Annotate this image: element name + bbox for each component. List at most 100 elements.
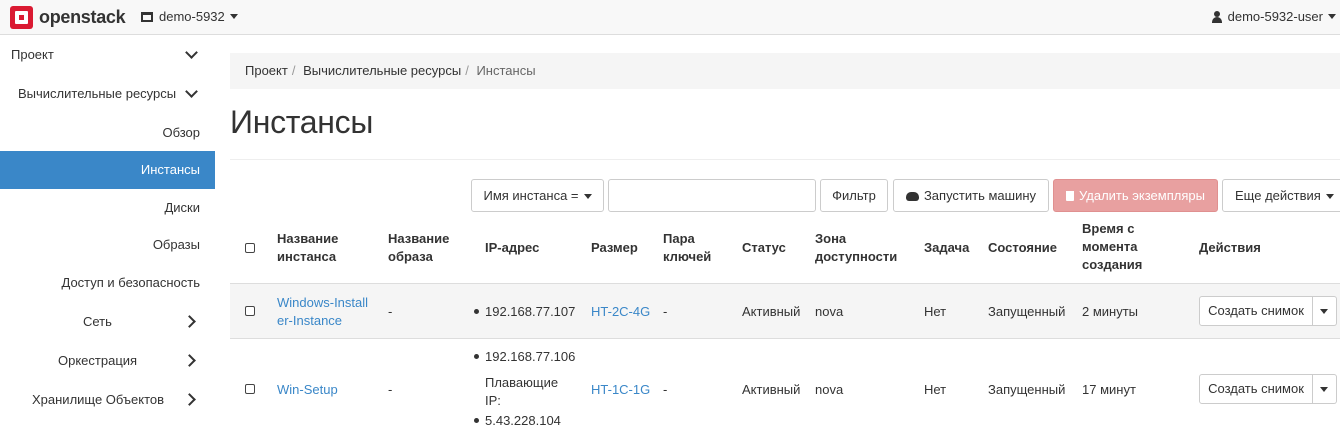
page-title: Инстансы: [230, 104, 374, 140]
flavor-link[interactable]: HT-2C-4G: [591, 303, 650, 321]
openstack-logo[interactable]: openstack: [10, 5, 126, 29]
sidebar-item-label: Образы: [152, 237, 200, 252]
column-header-zone[interactable]: Зона доступности: [815, 230, 897, 266]
power-state: Запущенный: [988, 304, 1066, 319]
flavor-link[interactable]: HT-1C-1G: [591, 381, 650, 399]
cloud-upload-icon: [905, 192, 919, 201]
breadcrumb-item-project[interactable]: Проект: [245, 63, 288, 78]
user-icon: [1211, 10, 1222, 23]
power-state: Запущенный: [988, 382, 1066, 397]
sidebar-item-volumes[interactable]: Диски: [0, 189, 215, 227]
more-actions-label: Еще действия: [1235, 188, 1321, 203]
title-divider: [230, 159, 1340, 160]
filter-input[interactable]: [608, 179, 816, 212]
header-line: Название: [388, 231, 450, 246]
bullet: [474, 354, 479, 359]
caret-down-icon: [229, 14, 238, 19]
filter-button[interactable]: Фильтр: [820, 179, 888, 212]
image-name: -: [388, 304, 393, 319]
sidebar-item-orchestration[interactable]: Оркестрация: [0, 342, 215, 380]
column-header-task[interactable]: Задача: [924, 239, 969, 257]
chevron-down-icon: [185, 46, 198, 59]
sidebar-item-label: Инстансы: [140, 162, 200, 177]
column-header-ip[interactable]: IP-адрес: [485, 239, 539, 257]
create-snapshot-button[interactable]: Создать снимок: [1199, 374, 1313, 404]
column-header-name[interactable]: Название инстанса: [277, 230, 338, 266]
ip-address: 192.168.77.106: [485, 349, 576, 364]
sidebar-item-instances[interactable]: Инстансы: [0, 151, 215, 189]
column-header-state[interactable]: Состояние: [988, 239, 1057, 257]
launch-instance-button[interactable]: Запустить машину: [893, 179, 1049, 212]
user-menu[interactable]: demo-5932-user: [1211, 9, 1336, 24]
caret-down-icon: [1320, 387, 1328, 392]
column-header-keypair[interactable]: Пара ключей: [663, 230, 711, 266]
row-checkbox[interactable]: [245, 384, 255, 394]
column-header-status[interactable]: Статус: [742, 239, 786, 257]
task: Нет: [924, 304, 947, 319]
task: Нет: [924, 382, 947, 397]
status: Активный: [742, 304, 801, 319]
sidebar-item-label: Проект: [11, 47, 54, 62]
row-checkbox[interactable]: [245, 306, 255, 316]
row-actions-dropdown[interactable]: [1313, 296, 1337, 326]
header-line: доступности: [815, 249, 898, 264]
filter-field-select[interactable]: Имя инстанса =: [471, 179, 604, 212]
instance-name-link[interactable]: Windows-Install er-Instance: [277, 294, 368, 330]
instance-name-link[interactable]: Win-Setup: [277, 381, 338, 399]
sidebar-item-images[interactable]: Образы: [0, 226, 215, 264]
floating-ip-label-line: Плавающие: [485, 375, 559, 390]
header-line: инстанса: [277, 249, 337, 264]
instance-name-line: er-Instance: [277, 313, 343, 328]
sidebar-item-label: Вычислительные ресурсы: [18, 86, 177, 101]
caret-down-icon: [583, 194, 592, 200]
user-name: demo-5932-user: [1227, 9, 1323, 24]
breadcrumb-separator: /: [465, 63, 469, 78]
header-line: образа: [388, 249, 433, 264]
ip-address: 192.168.77.107: [485, 304, 576, 319]
row-divider: [230, 338, 1340, 339]
delete-instances-button[interactable]: Удалить экземпляры: [1053, 179, 1218, 212]
availability-zone: nova: [815, 382, 844, 397]
project-selector[interactable]: demo-5932: [141, 9, 238, 24]
openstack-logo-icon: [10, 5, 33, 29]
sidebar-item-compute[interactable]: Вычислительные ресурсы: [0, 75, 215, 113]
chevron-down-icon: [185, 85, 198, 98]
chevron-right-icon: [183, 315, 196, 328]
floating-ip-address: 5.43.228.104: [485, 413, 561, 428]
sidebar-item-overview[interactable]: Обзор: [0, 114, 215, 152]
sidebar-item-object-store[interactable]: Хранилище Объектов: [0, 381, 215, 419]
sidebar-item-label: Обзор: [162, 125, 200, 140]
row-actions-dropdown[interactable]: [1313, 374, 1337, 404]
top-navbar: openstack demo-5932 demo-5932-user: [0, 0, 1340, 35]
breadcrumb: Проект / Вычислительные ресурсы / Инстансы: [230, 53, 1340, 89]
header-line: Время с: [1082, 221, 1135, 236]
sidebar-item-access-security[interactable]: Доступ и безопасность: [0, 264, 215, 302]
filter-field-label: Имя инстанса =: [483, 188, 579, 203]
select-all-checkbox[interactable]: [245, 243, 255, 253]
chevron-right-icon: [183, 354, 196, 367]
sidebar-item-network[interactable]: Сеть: [0, 303, 215, 341]
column-header-created[interactable]: Время с момента создания: [1082, 220, 1142, 274]
sidebar: Проект Вычислительные ресурсы Обзор Инст…: [0, 35, 215, 435]
launch-instance-label: Запустить машину: [923, 188, 1037, 203]
breadcrumb-item-compute[interactable]: Вычислительные ресурсы: [303, 63, 461, 78]
sidebar-item-label: Доступ и безопасность: [61, 275, 201, 290]
more-actions-button[interactable]: Еще действия: [1222, 179, 1340, 212]
sidebar-item-project[interactable]: Проект: [0, 36, 215, 74]
caret-down-icon: [1320, 309, 1328, 314]
create-snapshot-button[interactable]: Создать снимок: [1199, 296, 1313, 326]
availability-zone: nova: [815, 304, 844, 319]
sidebar-item-label: Хранилище Объектов: [32, 392, 165, 407]
age: 17 минут: [1082, 382, 1136, 397]
header-line: Зона: [815, 231, 847, 246]
header-line: момента: [1082, 239, 1138, 254]
project-name: demo-5932: [159, 9, 225, 24]
column-header-image[interactable]: Название образа: [388, 230, 449, 266]
column-header-actions: Действия: [1199, 240, 1261, 255]
status: Активный: [742, 382, 801, 397]
caret-down-icon: [1328, 14, 1336, 19]
chevron-right-icon: [183, 393, 196, 406]
sidebar-item-label: Сеть: [83, 314, 112, 329]
bullet: [474, 418, 479, 423]
column-header-size[interactable]: Размер: [591, 239, 638, 257]
